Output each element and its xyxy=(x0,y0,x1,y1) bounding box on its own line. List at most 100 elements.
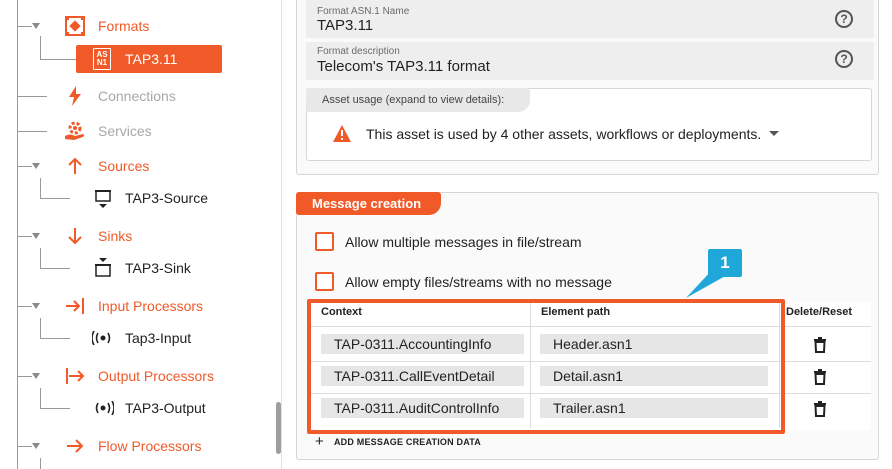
tree-line-formats xyxy=(40,36,41,60)
expand-arrow-flow[interactable] xyxy=(32,443,40,449)
sidebar: Formats AS N1 TAP3.11 Connections Servic… xyxy=(0,0,282,469)
expand-arrow-input[interactable] xyxy=(32,303,40,309)
sidebar-item-flow-processors[interactable]: Flow Processors xyxy=(64,435,201,457)
sidebar-item-sinks[interactable]: Sinks xyxy=(64,225,132,247)
formats-icon xyxy=(64,15,86,37)
add-message-creation-data-button[interactable]: + ADD MESSAGE CREATION DATA xyxy=(315,433,481,450)
format-name-label: Format ASN.1 Name xyxy=(317,6,410,17)
sidebar-item-tap3-sink[interactable]: TAP3-Sink xyxy=(92,257,191,279)
warning-icon xyxy=(333,125,351,142)
sidebar-item-label: TAP3.11 xyxy=(125,51,178,67)
input-processor-icon xyxy=(64,295,86,317)
expand-arrow-sources[interactable] xyxy=(32,163,40,169)
sidebar-item-output-processors[interactable]: Output Processors xyxy=(64,365,214,387)
allow-empty-checkbox[interactable] xyxy=(315,272,334,291)
output-processor-icon xyxy=(64,365,86,387)
allow-multiple-checkbox[interactable] xyxy=(315,232,334,251)
allow-empty-checkbox-row[interactable]: Allow empty files/streams with no messag… xyxy=(315,272,612,291)
help-glyph: ? xyxy=(840,52,848,66)
sidebar-item-connections[interactable]: Connections xyxy=(64,85,176,107)
callout-badge: 1 xyxy=(708,249,742,277)
sidebar-item-label: Sources xyxy=(98,158,150,174)
format-description-value: Telecom's TAP3.11 format xyxy=(317,58,490,75)
tree-branch xyxy=(17,236,32,237)
sidebar-item-label: Connections xyxy=(98,88,176,104)
tree-branch xyxy=(40,59,76,60)
table-row-divider xyxy=(309,361,871,362)
sidebar-item-label: Input Processors xyxy=(98,298,204,314)
sidebar-item-services[interactable]: Services xyxy=(64,120,152,142)
element-path-cell[interactable]: Header.asn1 xyxy=(540,334,768,354)
table-row-divider xyxy=(309,393,871,394)
tree-line-sinks xyxy=(40,248,41,269)
sidebar-item-label: Output Processors xyxy=(98,368,214,384)
format-name-field[interactable]: Format ASN.1 Name TAP3.11 xyxy=(306,0,874,38)
sidebar-item-input-processors[interactable]: Input Processors xyxy=(64,295,203,317)
sidebar-item-tap3-source[interactable]: TAP3-Source xyxy=(92,187,208,209)
allow-empty-label: Allow empty files/streams with no messag… xyxy=(345,273,612,290)
sidebar-item-tap3-output[interactable]: TAP3-Output xyxy=(92,397,206,419)
trash-icon[interactable] xyxy=(813,337,827,353)
trash-icon[interactable] xyxy=(813,401,827,417)
signal-icon xyxy=(92,397,114,419)
sidebar-item-label: Formats xyxy=(98,18,150,34)
column-header-delete-reset: Delete/Reset xyxy=(786,306,853,318)
column-separator xyxy=(530,302,531,428)
tree-branch xyxy=(17,166,32,167)
add-message-creation-data-label: ADD MESSAGE CREATION DATA xyxy=(333,436,481,447)
tree-line-sources xyxy=(40,178,41,199)
arrow-up-icon xyxy=(64,155,86,177)
format-description-label: Format description xyxy=(317,46,400,57)
tree-branch xyxy=(17,131,47,132)
sidebar-scrollbar[interactable] xyxy=(276,402,281,454)
element-path-cell[interactable]: Detail.asn1 xyxy=(540,366,768,386)
sidebar-item-sources[interactable]: Sources xyxy=(64,155,149,177)
column-separator xyxy=(779,302,780,428)
sidebar-item-tap3-11[interactable]: AS N1 TAP3.11 xyxy=(76,45,222,73)
sidebar-item-label: TAP3-Source xyxy=(125,190,208,206)
tree-branch xyxy=(40,408,70,409)
context-cell[interactable]: TAP-0311.AuditControlInfo xyxy=(321,398,524,418)
context-cell[interactable]: TAP-0311.AccountingInfo xyxy=(321,334,524,354)
tree-branch xyxy=(17,96,47,97)
sidebar-item-label: Tap3-Input xyxy=(125,330,192,346)
expand-arrow-sinks[interactable] xyxy=(32,233,40,239)
asset-usage-tab[interactable]: Asset usage (expand to view details): xyxy=(306,88,530,112)
tree-branch xyxy=(17,446,32,447)
expand-arrow-output[interactable] xyxy=(32,373,40,379)
tree-branch xyxy=(17,306,32,307)
caret-down-icon[interactable] xyxy=(203,56,211,61)
tree-branch xyxy=(40,198,70,199)
asset-usage-text: This asset is used by 4 other assets, wo… xyxy=(366,126,762,142)
sidebar-item-formats[interactable]: Formats xyxy=(64,15,149,37)
sidebar-item-label: Sinks xyxy=(98,228,133,244)
help-icon[interactable]: ? xyxy=(835,10,853,28)
help-glyph: ? xyxy=(840,12,848,26)
signal-icon xyxy=(92,327,114,349)
column-header-context: Context xyxy=(321,306,362,318)
tree-branch xyxy=(40,268,70,269)
tree-branch xyxy=(40,338,70,339)
caret-down-icon[interactable] xyxy=(769,131,779,136)
format-description-field[interactable]: Format description Telecom's TAP3.11 for… xyxy=(306,42,874,80)
table-header-divider xyxy=(309,326,871,327)
format-name-value: TAP3.11 xyxy=(317,17,374,34)
services-icon xyxy=(64,120,86,142)
message-creation-tab: Message creation xyxy=(296,192,441,215)
arrow-down-icon xyxy=(64,225,86,247)
allow-multiple-checkbox-row[interactable]: Allow multiple messages in file/stream xyxy=(315,232,582,251)
source-icon xyxy=(92,187,114,209)
expand-arrow-formats[interactable] xyxy=(32,23,40,29)
context-cell[interactable]: TAP-0311.CallEventDetail xyxy=(321,366,524,386)
trash-icon[interactable] xyxy=(813,369,827,385)
plus-icon: + xyxy=(315,433,324,450)
element-path-cell[interactable]: Trailer.asn1 xyxy=(540,398,768,418)
sidebar-item-label: TAP3-Sink xyxy=(125,260,191,276)
help-icon[interactable]: ? xyxy=(835,50,853,68)
sink-icon xyxy=(92,257,114,279)
tree-branch xyxy=(17,26,32,27)
sidebar-item-tap3-input[interactable]: Tap3-Input xyxy=(92,327,191,349)
asn1-icon: AS N1 xyxy=(93,48,111,70)
flow-processor-icon xyxy=(64,435,86,457)
lightning-icon xyxy=(64,85,86,107)
